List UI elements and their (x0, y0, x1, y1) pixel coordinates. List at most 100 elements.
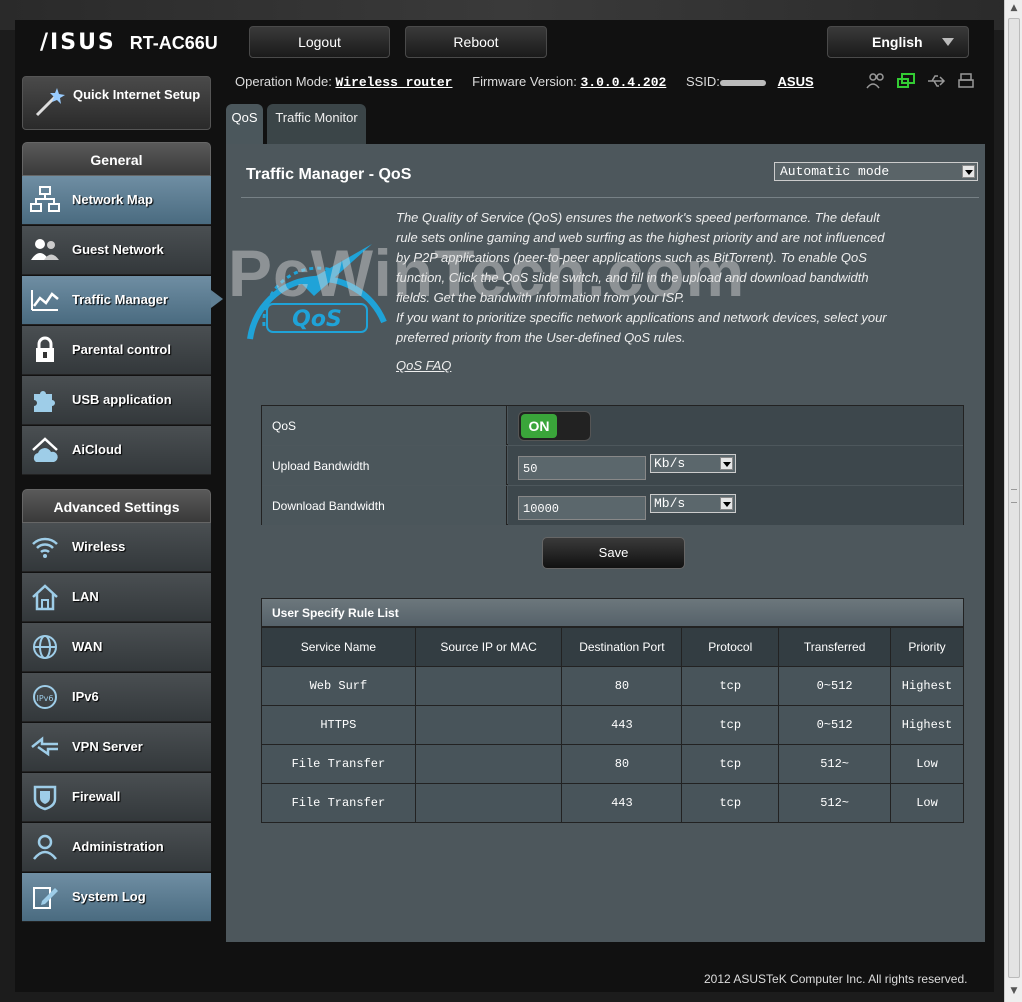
general-menu-title: General (22, 142, 211, 176)
upload-bandwidth-row: Upload Bandwidth 50 Kb/s (262, 446, 963, 485)
qos-mode-value: Automatic mode (780, 164, 890, 179)
qos-label: QoS (262, 406, 507, 445)
svg-text:IPv6: IPv6 (36, 694, 53, 703)
active-menu-pointer (211, 290, 223, 308)
sidebar-item-label: Parental control (72, 342, 171, 357)
sidebar-item-usb-application[interactable]: USB application (22, 376, 211, 425)
table-row[interactable]: File Transfer 443 tcp 512~ Low (261, 783, 964, 823)
magic-wand-icon (33, 85, 67, 124)
column-header: Transferred (778, 627, 892, 667)
sidebar-item-label: AiCloud (72, 442, 122, 457)
sidebar-item-label: Wireless (72, 539, 126, 554)
usb-icon[interactable] (926, 72, 946, 90)
service-name-cell: File Transfer (261, 783, 416, 823)
firmware-link[interactable]: 3.0.0.4.202 (581, 75, 667, 90)
language-select[interactable]: English (827, 26, 969, 58)
port-cell: 443 (561, 705, 683, 745)
qos-faq-link[interactable]: QoS FAQ (396, 358, 451, 373)
upload-bandwidth-input[interactable]: 50 (518, 456, 646, 480)
op-mode-label: Operation Mode: (235, 74, 332, 89)
brand: /ISUS RT-AC66U (40, 30, 218, 55)
sidebar-item-vpn-server[interactable]: VPN Server (22, 723, 211, 772)
qos-mode-select[interactable]: Automatic mode (774, 162, 978, 181)
sidebar-item-ipv6[interactable]: IPv6 IPv6 (22, 673, 211, 722)
qos-toggle-row: QoS ON (262, 406, 963, 445)
service-name-cell: HTTPS (261, 705, 416, 745)
upload-bandwidth-label: Upload Bandwidth (262, 446, 507, 485)
sidebar-item-label: Traffic Manager (72, 292, 169, 307)
shield-icon (30, 783, 60, 811)
sidebar-item-wan[interactable]: WAN (22, 623, 211, 672)
transferred-cell: 512~ (778, 744, 892, 784)
service-name-cell: Web Surf (261, 666, 416, 706)
column-header: Service Name (261, 627, 416, 667)
table-row[interactable]: HTTPS 443 tcp 0~512 Highest (261, 705, 964, 745)
download-bandwidth-input[interactable]: 10000 (518, 496, 646, 520)
rule-list: User Specify Rule List Service Name Sour… (261, 598, 964, 823)
sidebar-item-label: Firewall (72, 789, 121, 804)
ssid-link[interactable]: ASUS (778, 74, 814, 89)
puzzle-icon (30, 386, 60, 414)
home-icon (30, 583, 60, 611)
printer-icon[interactable] (956, 72, 976, 90)
scroll-down-icon[interactable]: ▼ (1008, 985, 1020, 997)
vpn-icon (30, 733, 60, 761)
qos-toggle-state: ON (521, 414, 557, 438)
vertical-scrollbar[interactable]: ▲ ▼ (1004, 0, 1022, 1002)
chevron-down-icon (720, 457, 733, 470)
rule-table: Service Name Source IP or MAC Destinatio… (261, 627, 964, 823)
sidebar-item-parental-control[interactable]: Parental control (22, 326, 211, 375)
title-divider (241, 197, 979, 198)
asus-logo: /ISUS (40, 30, 116, 55)
logout-button[interactable]: Logout (249, 26, 390, 58)
upload-unit-select[interactable]: Kb/s (650, 454, 736, 473)
quick-internet-setup-button[interactable]: Quick Internet Setup (22, 76, 211, 130)
table-row[interactable]: File Transfer 80 tcp 512~ Low (261, 744, 964, 784)
qos-settings-table: QoS ON Upload Bandwidth 50 Kb/s Download… (261, 405, 964, 525)
log-edit-icon (30, 883, 60, 911)
column-header: Priority (890, 627, 964, 667)
clients-icon[interactable] (866, 72, 886, 90)
sidebar-item-lan[interactable]: LAN (22, 573, 211, 622)
wifi-icon (30, 533, 60, 561)
upload-unit-value: Kb/s (654, 456, 686, 471)
qos-toggle-switch[interactable]: ON (518, 411, 591, 441)
download-unit-value: Mb/s (654, 496, 686, 511)
network-connected-icon[interactable] (896, 72, 916, 90)
sidebar-item-wireless[interactable]: Wireless (22, 523, 211, 572)
sidebar-item-label: Administration (72, 839, 164, 854)
sidebar-item-label: USB application (72, 392, 172, 407)
sidebar-item-label: IPv6 (72, 689, 99, 704)
scroll-thumb[interactable] (1008, 18, 1020, 978)
sidebar-item-label: VPN Server (72, 739, 143, 754)
save-button[interactable]: Save (542, 537, 685, 569)
sidebar-item-label: Guest Network (72, 242, 164, 257)
rule-table-header: Service Name Source IP or MAC Destinatio… (261, 627, 964, 667)
globe-icon (30, 633, 60, 661)
op-mode-link[interactable]: Wireless router (335, 75, 452, 90)
sidebar-item-network-map[interactable]: Network Map (22, 176, 211, 225)
sidebar-item-traffic-manager[interactable]: Traffic Manager (22, 276, 211, 325)
tab-traffic-monitor[interactable]: Traffic Monitor (267, 104, 366, 145)
sidebar-item-guest-network[interactable]: Guest Network (22, 226, 211, 275)
priority-cell: Highest (890, 666, 964, 706)
protocol-cell: tcp (681, 744, 780, 784)
sidebar-item-firewall[interactable]: Firewall (22, 773, 211, 822)
reboot-button[interactable]: Reboot (405, 26, 547, 58)
sidebar-item-label: LAN (72, 589, 99, 604)
ipv6-globe-icon: IPv6 (30, 683, 60, 711)
sidebar-item-label: Network Map (72, 192, 153, 207)
page-title: Traffic Manager - QoS (246, 166, 412, 183)
protocol-cell: tcp (681, 666, 780, 706)
scroll-up-icon[interactable]: ▲ (1008, 2, 1020, 14)
tab-qos[interactable]: QoS (226, 104, 263, 145)
ssid-redaction (719, 79, 766, 86)
chevron-down-icon (942, 38, 954, 46)
sidebar-item-aicloud[interactable]: AiCloud (22, 426, 211, 475)
table-row[interactable]: Web Surf 80 tcp 0~512 Highest (261, 666, 964, 706)
download-unit-select[interactable]: Mb/s (650, 494, 736, 513)
copyright-footer: 2012 ASUSTeK Computer Inc. All rights re… (704, 972, 968, 986)
scroll-grip-icon (1011, 489, 1017, 503)
sidebar-item-system-log[interactable]: System Log (22, 873, 211, 922)
sidebar-item-administration[interactable]: Administration (22, 823, 211, 872)
